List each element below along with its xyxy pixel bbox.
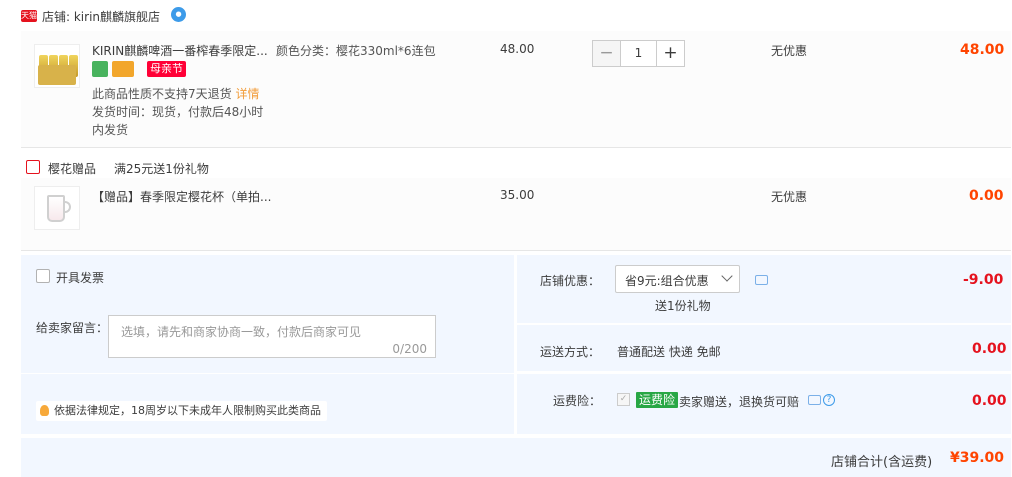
- ship-time-line1: 发货时间：现货，付款后48小时: [92, 105, 264, 119]
- gift-product-title[interactable]: 【赠品】春季限定樱花杯（单拍...: [92, 188, 271, 205]
- gift-total: 0.00: [969, 188, 1004, 204]
- insurance-description: 卖家赠送，退换货可赔: [679, 395, 800, 409]
- gift-icon: [26, 160, 40, 174]
- insurance-fee: 0.00: [972, 393, 1007, 409]
- message-label: 给卖家留言：: [36, 321, 109, 335]
- divider: [21, 373, 514, 374]
- message-icon[interactable]: [808, 395, 821, 405]
- insurance-label: 运费险：: [553, 394, 602, 408]
- shipping-fee: 0.00: [972, 341, 1007, 357]
- product-thumbnail[interactable]: [34, 44, 80, 88]
- store-discount-value: -9.00: [963, 272, 1004, 288]
- store-discount-panel: [517, 255, 1011, 323]
- message-icon[interactable]: [755, 275, 768, 285]
- quantity-decrease-button[interactable]: −: [592, 40, 621, 67]
- invoice-checkbox[interactable]: [36, 269, 50, 283]
- item-promotion: 无优惠: [771, 44, 808, 58]
- store-total-label: 店铺合计(含运费): [831, 455, 933, 470]
- seller-message-input[interactable]: 选填，请先和商家协商一致，付款后商家可见 0/200: [108, 315, 436, 358]
- shipping-label: 运送方式：: [540, 345, 601, 359]
- store-discount-selected: 省9元:组合优惠: [625, 274, 709, 288]
- details-link[interactable]: 详情: [235, 87, 259, 101]
- ship-time-line2: 内发货: [92, 123, 129, 137]
- gift-name: 樱花赠品: [48, 162, 97, 176]
- gift-unit-price: 35.00: [500, 188, 535, 202]
- message-char-count: 0/200: [392, 342, 427, 356]
- lightbulb-icon: [40, 405, 49, 416]
- product-sku: 颜色分类：樱花330ml*6连包: [276, 44, 436, 58]
- return-policy-text: 此商品性质不支持7天退货: [92, 87, 232, 101]
- store-discount-label: 店铺优惠：: [540, 274, 601, 288]
- quantity-increase-button[interactable]: +: [656, 40, 685, 67]
- credit-card-icon: [112, 61, 134, 77]
- insurance-badge: 运费险: [636, 392, 679, 408]
- store-discount-gift: 送1份礼物: [655, 299, 711, 313]
- gift-thumbnail[interactable]: [34, 186, 80, 230]
- tmall-icon: 天猫: [21, 10, 37, 22]
- store-total-value: ¥39.00: [950, 450, 1005, 466]
- age-restriction-text: 依据法律规定，18周岁以下未成年人限制购买此类商品: [54, 404, 321, 417]
- item-total: 48.00: [960, 42, 1005, 58]
- mothers-day-badge: 母亲节: [147, 61, 186, 77]
- chat-icon[interactable]: ●: [171, 7, 186, 22]
- gift-promotion: 无优惠: [771, 190, 808, 204]
- help-icon[interactable]: ?: [823, 394, 835, 406]
- message-placeholder: 选填，请先和商家协商一致，付款后商家可见: [121, 325, 362, 339]
- store-discount-select[interactable]: 省9元:组合优惠: [615, 265, 740, 293]
- product-title[interactable]: KIRIN麒麟啤酒一番榨春季限定...: [92, 42, 268, 59]
- insurance-checkbox: ✓: [617, 393, 630, 406]
- gift-rule: 满25元送1份礼物: [114, 162, 209, 176]
- quantity-input[interactable]: 1: [621, 40, 656, 67]
- return-policy-notice: 此商品性质不支持7天退货 详情: [92, 85, 259, 102]
- shipping-method: 普通配送 快递 免邮: [617, 345, 721, 359]
- guarantee-icon: [92, 61, 108, 77]
- store-name[interactable]: 店铺: kirin麒麟旗舰店: [42, 8, 160, 25]
- age-restriction-notice: 依据法律规定，18周岁以下未成年人限制购买此类商品: [36, 401, 327, 421]
- chevron-down-icon: [721, 270, 733, 282]
- unit-price: 48.00: [500, 42, 535, 56]
- invoice-label[interactable]: 开具发票: [56, 269, 104, 286]
